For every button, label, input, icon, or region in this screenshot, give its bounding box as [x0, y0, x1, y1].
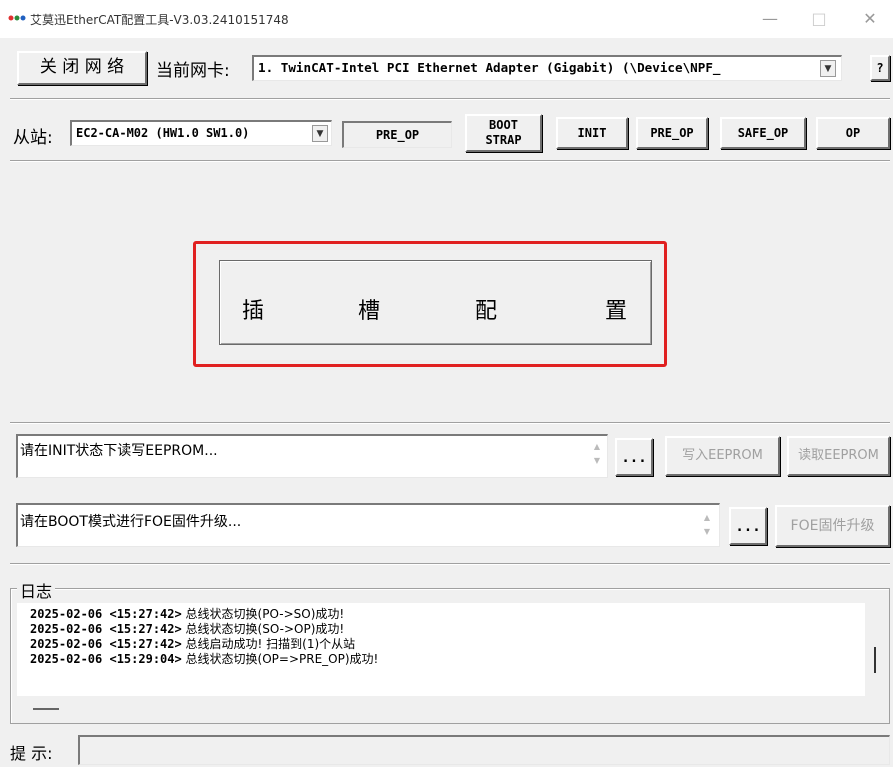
horizontal-scrollbar-thumb[interactable] [33, 708, 59, 710]
close-window-button[interactable]: ✕ [850, 6, 890, 32]
divider [10, 563, 890, 565]
boot-strap-button[interactable]: BOOT STRAP [465, 114, 542, 152]
write-eeprom-button[interactable]: 写入EEPROM [665, 436, 780, 476]
title-bar: 艾莫迅EtherCAT配置工具-V3.03.2410151748 — □ ✕ [0, 0, 893, 38]
status-label: 提 示: [10, 744, 53, 763]
slot-config-button[interactable]: 插 槽 配 置 [219, 260, 652, 345]
log-group-title: 日志 [17, 578, 56, 602]
chevron-down-icon[interactable]: ▼ [312, 125, 328, 142]
divider [10, 422, 890, 424]
slave-select-value: EC2-CA-M02 (HW1.0 SW1.0) [76, 126, 250, 140]
boot-strap-line1: BOOT [489, 118, 518, 132]
foe-path-text: 请在BOOT模式进行FOE固件升级... [20, 514, 242, 530]
chevron-down-icon[interactable]: ▼ [820, 60, 836, 77]
slot-config-char-2: 槽 [358, 299, 381, 324]
log-timestamp: 2025-02-06 <15:29:04> [30, 652, 182, 666]
window-title: 艾莫迅EtherCAT配置工具-V3.03.2410151748 [30, 13, 289, 27]
log-message: 总线启动成功! 扫描到(1)个从站 [185, 637, 356, 651]
adapter-select-value: 1. TwinCAT-Intel PCI Ethernet Adapter (G… [258, 60, 721, 75]
log-entry: 2025-02-06 <15:27:42> 总线状态切换(SO->OP)成功! [30, 622, 378, 637]
log-message: 总线状态切换(SO->OP)成功! [185, 622, 345, 636]
log-message: 总线状态切换(OP=>PRE_OP)成功! [185, 652, 379, 666]
log-message: 总线状态切换(PO->SO)成功! [185, 607, 345, 621]
minimize-button[interactable]: — [750, 6, 790, 32]
slot-config-char-4: 置 [605, 299, 628, 324]
log-timestamp: 2025-02-06 <15:27:42> [30, 622, 182, 636]
close-network-button[interactable]: 关 闭 网 络 [17, 51, 147, 85]
slave-label: 从站: [13, 128, 53, 148]
divider [10, 160, 890, 162]
log-list: 2025-02-06 <15:27:42> 总线状态切换(PO->SO)成功! … [30, 607, 378, 667]
status-field [78, 735, 890, 765]
scroll-arrows-icon[interactable]: ▲ ▼ [590, 440, 604, 468]
safe-op-button[interactable]: SAFE_OP [720, 117, 806, 149]
maximize-button[interactable]: □ [799, 6, 839, 32]
help-button[interactable]: ? [870, 55, 890, 81]
read-eeprom-button[interactable]: 读取EEPROM [787, 436, 890, 476]
op-button[interactable]: OP [816, 117, 890, 149]
init-button[interactable]: INIT [556, 117, 628, 149]
slot-config-char-1: 插 [242, 299, 265, 324]
foe-path-field[interactable]: 请在BOOT模式进行FOE固件升级... ▲ ▼ [16, 503, 720, 547]
eeprom-path-field[interactable]: 请在INIT状态下读写EEPROM... ▲ ▼ [16, 434, 608, 478]
log-timestamp: 2025-02-06 <15:27:42> [30, 607, 182, 621]
slot-config-char-3: 配 [475, 299, 498, 324]
log-entry: 2025-02-06 <15:27:42> 总线启动成功! 扫描到(1)个从站 [30, 637, 378, 652]
foe-browse-button[interactable]: ... [729, 507, 767, 545]
scroll-arrows-icon[interactable]: ▲ ▼ [700, 511, 714, 539]
eeprom-browse-button[interactable]: ... [615, 438, 653, 476]
adapter-select[interactable]: 1. TwinCAT-Intel PCI Ethernet Adapter (G… [252, 55, 842, 81]
eeprom-path-text: 请在INIT状态下读写EEPROM... [20, 443, 218, 459]
app-logo-icon [8, 15, 26, 21]
slave-select[interactable]: EC2-CA-M02 (HW1.0 SW1.0) ▼ [70, 120, 332, 146]
adapter-label: 当前网卡: [156, 61, 230, 81]
divider [10, 98, 890, 100]
pre-op-button[interactable]: PRE_OP [636, 117, 708, 149]
log-timestamp: 2025-02-06 <15:27:42> [30, 637, 182, 651]
log-entry: 2025-02-06 <15:29:04> 总线状态切换(OP=>PRE_OP)… [30, 652, 378, 667]
log-entry: 2025-02-06 <15:27:42> 总线状态切换(PO->SO)成功! [30, 607, 378, 622]
vertical-scrollbar-thumb[interactable] [874, 647, 876, 673]
foe-upgrade-button[interactable]: FOE固件升级 [775, 505, 890, 547]
log-textarea[interactable]: 2025-02-06 <15:27:42> 总线状态切换(PO->SO)成功! … [17, 603, 876, 696]
slave-state-display: PRE_OP [342, 121, 452, 148]
boot-strap-line2: STRAP [485, 133, 522, 147]
